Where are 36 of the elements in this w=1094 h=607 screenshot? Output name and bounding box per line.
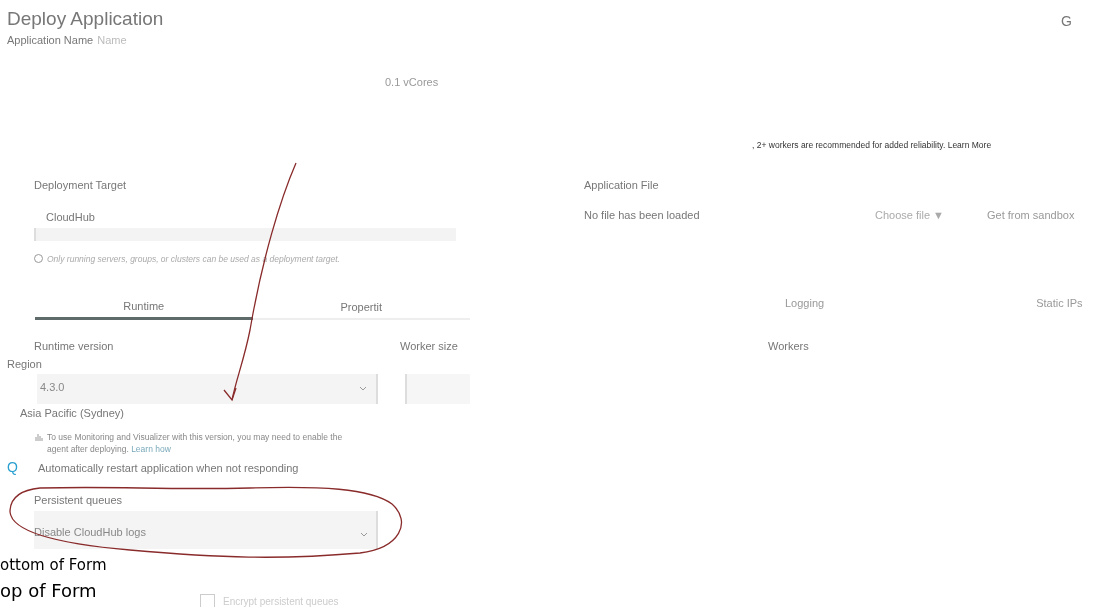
checkbox[interactable]	[200, 593, 215, 607]
choose-file-button[interactable]: Choose file ▼	[875, 207, 987, 224]
field-label: Application Name	[7, 33, 94, 48]
monitoring-note: To use Monitoring and Visualizer with this version, you may need to enable the agent after deploying. Learn how	[47, 431, 344, 456]
workers-note: , 2+ workers are recommended for added reliability. Learn More	[752, 139, 992, 150]
field-label: Persistent queues	[34, 493, 124, 509]
tab[interactable]: Propertit	[252, 295, 470, 320]
avatar-initial: G	[1061, 12, 1072, 31]
sandbox-button[interactable]: Get from sandbox	[987, 207, 1075, 224]
field-label: Application File	[584, 177, 660, 193]
chevron-icon	[359, 386, 367, 392]
form-marker: ottom of Form	[0, 554, 107, 575]
file-status: No file has been loaded	[584, 208, 701, 223]
page-title: Deploy Application	[7, 8, 164, 30]
app-name-field[interactable]: Name	[97, 32, 178, 49]
field-label: Runtime version	[34, 338, 115, 354]
learn-how-link[interactable]: Learn how	[131, 444, 171, 455]
field-label: Worker size	[400, 338, 459, 354]
tab[interactable]: Static IPs	[1036, 295, 1083, 312]
chevron-icon	[360, 531, 368, 537]
field-label: Deployment Target	[34, 177, 128, 193]
region-value: Asia Pacific (Sydney)	[20, 405, 125, 421]
restart-toggle-icon[interactable]: Q	[7, 457, 38, 479]
target-value: CloudHub	[46, 210, 96, 225]
logs-select[interactable]: Disable CloudHub logs	[34, 510, 378, 549]
field-label: Workers	[768, 338, 809, 354]
vcores-value: 0.1 vCores	[385, 75, 439, 88]
target-field[interactable]	[34, 227, 456, 241]
worker-size-select[interactable]	[405, 373, 470, 404]
region-label: Region	[7, 357, 43, 373]
tab[interactable]: Runtime	[35, 295, 253, 320]
form-marker: op of Form	[0, 578, 98, 603]
chart-icon	[35, 432, 43, 442]
runtime-select[interactable]: 4.3.0	[37, 373, 378, 404]
tab[interactable]: Logging	[785, 295, 825, 312]
restart-label: Automatically restart application when not responding	[38, 460, 299, 476]
